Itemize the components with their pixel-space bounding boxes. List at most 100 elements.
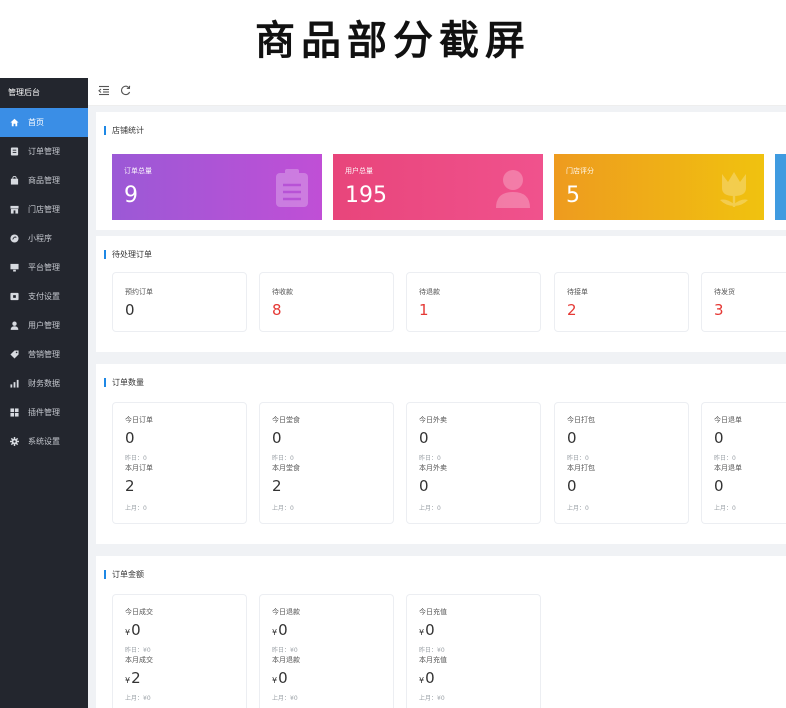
month-label: 本月订单	[125, 464, 153, 472]
today-label: 今日退款	[272, 608, 300, 616]
pending-card[interactable]: 待退款 1	[406, 272, 541, 332]
today-label: 今日堂食	[272, 416, 300, 424]
month-amount: ¥0	[272, 669, 288, 687]
pending-card[interactable]: 待发货 3	[701, 272, 786, 332]
pending-card[interactable]: 预约订单 0	[112, 272, 247, 332]
today-amount: ¥0	[125, 621, 141, 639]
order-count-card[interactable]: 今日打包 0 昨日：0 本月打包 0 上月：0	[554, 402, 689, 524]
sidebar-menu: 首页订单管理商品管理门店管理小程序平台管理支付设置 用户管理营销管理财务数据 插件管…	[0, 108, 88, 456]
currency-symbol: ¥	[125, 676, 131, 685]
sidebar-item-label: 商品管理	[28, 176, 60, 185]
order-count-card[interactable]: 今日订单 0 昨日：0 本月订单 2 上月：0	[112, 402, 247, 524]
goods-icon	[10, 176, 19, 185]
store-stats-title: 店铺统计	[104, 126, 144, 135]
sidebar-item-home[interactable]: 首页	[0, 108, 88, 137]
sidebar-item-tag[interactable]: 营销管理	[0, 340, 88, 369]
today-amount: ¥0	[272, 621, 288, 639]
order-amount-card[interactable]: 今日退款 ¥0 昨日：¥0 本月退款 ¥0 上月：¥0	[259, 594, 394, 708]
order-amount-card[interactable]: 今日充值 ¥0 昨日：¥0 本月充值 ¥0 上月：¥0	[406, 594, 541, 708]
miniapp-icon	[10, 234, 19, 243]
month-label: 本月退单	[714, 464, 742, 472]
month-value: 0	[567, 477, 577, 495]
pending-value: 1	[419, 301, 429, 319]
today-value: 0	[714, 429, 724, 447]
currency-symbol: ¥	[125, 628, 131, 637]
pending-orders-panel: 待处理订单 预约订单 0 待收款 8 待退款 1 待接单 2 待发货 3	[96, 236, 786, 352]
stat-label: 订单总量	[124, 167, 152, 175]
pending-label: 待发货	[714, 288, 735, 296]
today-value: 0	[125, 429, 135, 447]
payment-icon	[10, 292, 19, 301]
sidebar-item-label: 小程序	[28, 234, 52, 243]
sidebar-item-miniapp[interactable]: 小程序	[0, 224, 88, 253]
today-value: 0	[567, 429, 577, 447]
settings-icon	[10, 437, 19, 446]
sidebar-item-label: 首页	[28, 118, 44, 127]
month-value: 2	[272, 477, 282, 495]
order-icon	[10, 147, 19, 156]
yesterday-value: 昨日：0	[419, 455, 441, 462]
pending-label: 待接单	[567, 288, 588, 296]
month-label: 本月打包	[567, 464, 595, 472]
pending-value: 8	[272, 301, 282, 319]
sidebar-item-user[interactable]: 用户管理	[0, 311, 88, 340]
order-count-card[interactable]: 今日外卖 0 昨日：0 本月外卖 0 上月：0	[406, 402, 541, 524]
month-label: 本月成交	[125, 656, 153, 664]
platform-icon	[10, 263, 19, 272]
month-label: 本月外卖	[419, 464, 447, 472]
sidebar-item-payment[interactable]: 支付设置	[0, 282, 88, 311]
sidebar-item-platform[interactable]: 平台管理	[0, 253, 88, 282]
last-month-value: 上月：¥0	[272, 695, 298, 702]
amount-number: 0	[278, 669, 288, 687]
yesterday-value: 昨日：¥0	[419, 647, 445, 654]
pending-value: 3	[714, 301, 724, 319]
yesterday-value: 昨日：¥0	[125, 647, 151, 654]
pending-card[interactable]: 待收款 8	[259, 272, 394, 332]
menu-fold-icon[interactable]	[98, 85, 110, 99]
today-label: 今日成交	[125, 608, 153, 616]
currency-symbol: ¥	[272, 676, 278, 685]
order-amount-title: 订单金额	[104, 570, 144, 579]
today-amount: ¥0	[419, 621, 435, 639]
month-value: 0	[714, 477, 724, 495]
sidebar-item-goods[interactable]: 商品管理	[0, 166, 88, 195]
last-month-value: 上月：0	[125, 505, 147, 512]
month-amount: ¥2	[125, 669, 141, 687]
amount-number: 0	[278, 621, 288, 639]
stat-card-partial[interactable]	[775, 154, 786, 220]
currency-symbol: ¥	[272, 628, 278, 637]
pending-value: 2	[567, 301, 577, 319]
month-value: 2	[125, 477, 135, 495]
amount-number: 0	[131, 621, 141, 639]
yesterday-value: 昨日：0	[714, 455, 736, 462]
stat-card-orders[interactable]: 订单总量 9	[112, 154, 322, 220]
sidebar-item-store[interactable]: 门店管理	[0, 195, 88, 224]
today-label: 今日充值	[419, 608, 447, 616]
stat-card-users[interactable]: 用户总量 195	[333, 154, 543, 220]
sidebar-item-plugin[interactable]: 插件管理	[0, 398, 88, 427]
month-label: 本月退款	[272, 656, 300, 664]
stat-label: 门店评分	[566, 167, 594, 175]
amount-number: 0	[425, 669, 435, 687]
last-month-value: 上月：0	[272, 505, 294, 512]
user-icon	[10, 321, 19, 330]
pending-label: 待收款	[272, 288, 293, 296]
sidebar-item-label: 营销管理	[28, 350, 60, 359]
last-month-value: 上月：¥0	[419, 695, 445, 702]
pending-orders-title: 待处理订单	[104, 250, 152, 259]
month-amount: ¥0	[419, 669, 435, 687]
sidebar-item-order[interactable]: 订单管理	[0, 137, 88, 166]
refresh-icon[interactable]	[120, 85, 131, 99]
pending-value: 0	[125, 301, 135, 319]
today-value: 0	[272, 429, 282, 447]
yesterday-value: 昨日：0	[272, 455, 294, 462]
order-amount-card[interactable]: 今日成交 ¥0 昨日：¥0 本月成交 ¥2 上月：¥0	[112, 594, 247, 708]
order-count-card[interactable]: 今日堂食 0 昨日：0 本月堂食 2 上月：0	[259, 402, 394, 524]
sidebar: 管理后台 首页 订单管理 商品管理 门店管理 小程序 平台管理 支付设置 用户管理 营销管理 财务…	[0, 78, 88, 708]
sidebar-item-settings[interactable]: 系统设置	[0, 427, 88, 456]
pending-card[interactable]: 待接单 2	[554, 272, 689, 332]
sidebar-item-finance[interactable]: 财务数据	[0, 369, 88, 398]
stat-card-rating[interactable]: 门店评分 5	[554, 154, 764, 220]
order-count-card[interactable]: 今日退单 0 昨日：0 本月退单 0 上月：0	[701, 402, 786, 524]
sidebar-item-label: 平台管理	[28, 263, 60, 272]
